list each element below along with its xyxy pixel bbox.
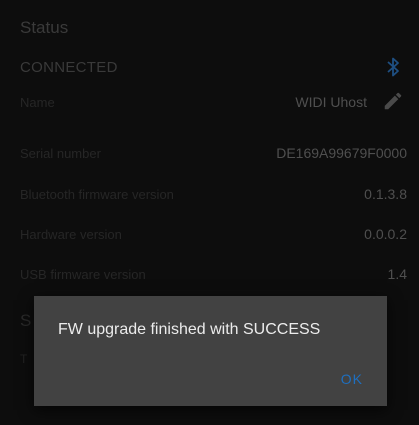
bluetooth-icon [387, 57, 399, 77]
serial-number-label: Serial number [20, 146, 101, 161]
usb-firmware-label: USB firmware version [20, 267, 146, 282]
usb-firmware-row: USB firmware version 1.4 [0, 256, 419, 296]
device-status-screen: Status CONNECTED Name WIDI Uhost Serial … [0, 0, 419, 425]
second-section-title: S [20, 311, 32, 330]
bluetooth-firmware-row: Bluetooth firmware version 0.1.3.8 [0, 176, 419, 216]
bluetooth-firmware-value: 0.1.3.8 [364, 186, 407, 202]
status-section-title: Status [20, 18, 69, 37]
usb-firmware-value: 1.4 [387, 266, 407, 282]
ok-button[interactable]: OK [341, 371, 363, 387]
serial-number-row: Serial number DE169A99679F0000 [0, 135, 419, 175]
name-value: WIDI Uhost [295, 94, 367, 110]
hardware-version-label: Hardware version [20, 227, 122, 242]
pencil-icon[interactable] [382, 90, 404, 112]
bluetooth-firmware-label: Bluetooth firmware version [20, 187, 174, 202]
hardware-version-value: 0.0.0.2 [364, 226, 407, 242]
hardware-version-row: Hardware version 0.0.0.2 [0, 216, 419, 256]
name-row[interactable]: Name WIDI Uhost [0, 84, 419, 124]
serial-number-value: DE169A99679F0000 [276, 145, 407, 161]
dialog-message: FW upgrade finished with SUCCESS [58, 321, 321, 338]
connection-status: CONNECTED [20, 59, 118, 76]
name-label: Name [20, 95, 55, 110]
upgrade-result-dialog: FW upgrade finished with SUCCESS OK [34, 296, 387, 406]
second-section-subtitle: T [20, 352, 28, 366]
